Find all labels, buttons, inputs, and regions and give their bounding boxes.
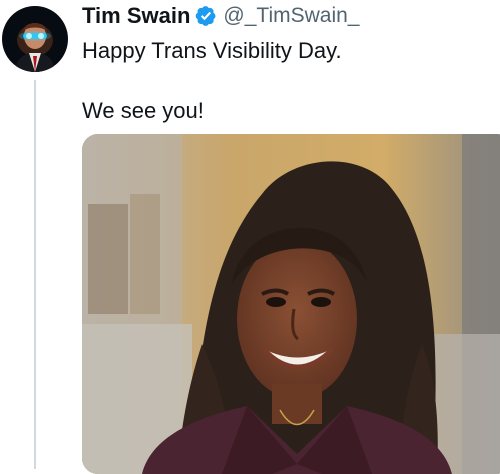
profile-avatar-icon — [2, 6, 68, 72]
tweet-header: Tim Swain @_TimSwain_ — [82, 3, 360, 29]
attached-photo-icon — [82, 134, 500, 474]
tweet-text-line: Happy Trans Visibility Day. — [82, 38, 342, 63]
tweet[interactable]: Tim Swain @_TimSwain_ Happy Trans Visibi… — [0, 0, 500, 474]
author-handle[interactable]: @_TimSwain_ — [223, 4, 359, 28]
author-avatar[interactable] — [2, 6, 68, 72]
verified-badge-icon — [195, 5, 217, 27]
author-display-name[interactable]: Tim Swain — [82, 3, 190, 29]
tweet-text-line: We see you! — [82, 98, 204, 123]
tweet-media-photo[interactable] — [82, 134, 500, 474]
tweet-body: Happy Trans Visibility Day. We see you! — [82, 36, 342, 126]
thread-connector-line — [34, 80, 36, 469]
